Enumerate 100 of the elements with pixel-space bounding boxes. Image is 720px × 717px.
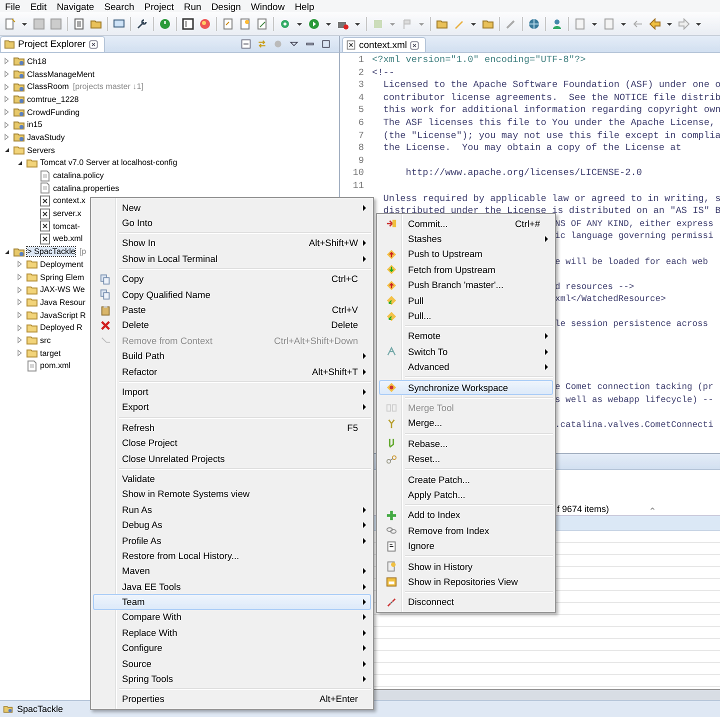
collapse-all-icon[interactable] xyxy=(241,39,251,49)
menu-item[interactable]: New xyxy=(93,200,371,216)
menu-item[interactable]: Restore from Local History... xyxy=(93,548,371,564)
menu-item[interactable]: Source xyxy=(93,656,371,672)
menu-bar-item[interactable]: Window xyxy=(246,4,290,12)
menu-item[interactable]: Show in Repositories View xyxy=(379,574,553,590)
tree-item[interactable]: Spring Elem xyxy=(40,272,84,282)
expanded-triangle-icon[interactable] xyxy=(3,248,11,256)
menu-bar-item[interactable]: Edit xyxy=(25,4,52,12)
left-arrow-icon[interactable] xyxy=(649,18,661,30)
menu-item[interactable]: Remove from Index xyxy=(379,523,553,538)
back-arrow-icon[interactable] xyxy=(632,18,644,30)
collapsed-triangle-icon[interactable] xyxy=(16,324,24,332)
menu-item[interactable]: Add to Index xyxy=(379,508,553,524)
menu-item[interactable]: Go Into xyxy=(93,215,371,231)
tree-item[interactable]: JAX-WS We xyxy=(40,285,85,294)
collapsed-triangle-icon[interactable] xyxy=(3,120,11,129)
menu-item[interactable]: Push to Upstream xyxy=(379,246,553,262)
menu-item[interactable]: Configure xyxy=(93,640,371,656)
tree-item[interactable]: Deployment xyxy=(40,260,84,269)
tree-item[interactable]: > SpacTackle xyxy=(27,247,76,256)
menu-bar-item[interactable]: Search xyxy=(99,4,140,12)
tree-item[interactable]: pom.xml xyxy=(40,361,71,370)
tree-item[interactable]: JavaScript R xyxy=(40,310,86,320)
menu-item[interactable]: Run As xyxy=(93,502,371,518)
new-file-icon[interactable] xyxy=(4,18,16,30)
menu-item[interactable]: Show in Remote Systems view xyxy=(93,486,371,502)
menu-item[interactable]: Synchronize Workspace xyxy=(379,380,553,396)
collapsed-triangle-icon[interactable] xyxy=(3,108,11,116)
collapsed-triangle-icon[interactable] xyxy=(3,133,11,142)
menu-item[interactable]: Merge... xyxy=(379,416,553,432)
tree-item[interactable]: Tomcat v7.0 Server at localhost-config xyxy=(40,158,178,168)
menu-item[interactable]: Copy Ctrl+C xyxy=(93,272,371,287)
tree-item[interactable]: JavaStudy xyxy=(27,132,65,142)
monitor-icon[interactable] xyxy=(113,18,125,30)
tree-item[interactable]: in15 xyxy=(27,120,42,130)
menu-item[interactable]: Delete Delete xyxy=(93,318,371,334)
menu-item[interactable]: Profile As xyxy=(93,532,371,548)
document-icon[interactable] xyxy=(73,18,85,30)
menu-item[interactable]: Refresh F5 xyxy=(93,420,371,436)
collapsed-triangle-icon[interactable] xyxy=(16,349,24,358)
menu-item[interactable]: Stashes xyxy=(379,231,553,247)
collapsed-triangle-icon[interactable] xyxy=(3,82,11,91)
tree-item[interactable]: ClassManageMent xyxy=(27,70,94,79)
collapsed-triangle-icon[interactable] xyxy=(16,311,24,320)
menu-item[interactable]: Maven xyxy=(93,564,371,579)
menu-bar-item[interactable]: File xyxy=(0,4,26,12)
folder-icon[interactable] xyxy=(482,18,494,30)
tree-item[interactable]: context.x xyxy=(53,196,86,206)
menu-item[interactable]: Validate xyxy=(93,471,371,487)
menu-item[interactable]: Export xyxy=(93,400,371,416)
collapsed-triangle-icon[interactable] xyxy=(3,70,11,78)
expanded-triangle-icon[interactable] xyxy=(3,146,11,154)
menu-item[interactable]: Refactor Alt+Shift+T xyxy=(93,364,371,380)
menu-bar-item[interactable]: Help xyxy=(290,4,320,12)
view-tab[interactable]: Project Explorer xyxy=(0,36,105,52)
link-arrows-icon[interactable] xyxy=(257,39,267,49)
tree-item[interactable]: Java Resour xyxy=(40,298,86,307)
tree-item[interactable]: Ch18 xyxy=(27,56,46,66)
menu-item[interactable]: Switch To xyxy=(379,344,553,360)
menu-item[interactable]: Advanced xyxy=(379,360,553,375)
menu-item[interactable]: Build Path xyxy=(93,348,371,364)
right-arrow-icon[interactable] xyxy=(678,18,690,30)
maximize-icon[interactable] xyxy=(321,39,331,49)
menu-item[interactable]: Close Unrelated Projects xyxy=(93,450,371,466)
folder-icon[interactable] xyxy=(436,18,448,30)
tree-item[interactable]: Servers xyxy=(27,146,55,155)
collapsed-triangle-icon[interactable] xyxy=(3,57,11,66)
tree-item[interactable]: CrowdFunding xyxy=(27,108,80,117)
menu-item[interactable]: Compare With xyxy=(93,610,371,626)
tree-item[interactable]: catalina.properties xyxy=(53,184,120,193)
menu-item[interactable]: Commit... Ctrl+# xyxy=(379,216,553,232)
menu-bar-item[interactable]: Project xyxy=(139,4,179,12)
menu-item[interactable]: Push Branch 'master'... xyxy=(379,278,553,293)
menu-item[interactable]: Import xyxy=(93,384,371,400)
menu-bar-item[interactable]: Design xyxy=(206,4,246,12)
menu-item[interactable]: Remote xyxy=(379,328,553,344)
menu-item[interactable]: Reset... xyxy=(379,451,553,467)
menu-item[interactable]: Create Patch... xyxy=(379,472,553,488)
menu-item[interactable]: Debug As xyxy=(93,517,371,533)
tree-item[interactable]: web.xml xyxy=(53,234,83,244)
menu-item[interactable]: Copy Qualified Name xyxy=(93,286,371,302)
collapsed-triangle-icon[interactable] xyxy=(16,298,24,306)
tree-item[interactable]: Deployed R xyxy=(40,323,82,332)
menu-item[interactable]: Rebase... xyxy=(379,436,553,452)
menu-item[interactable]: Ignore xyxy=(379,538,553,554)
folder-icon[interactable] xyxy=(90,18,102,30)
tree-item[interactable]: target xyxy=(40,348,61,358)
menu-item[interactable]: Disconnect xyxy=(379,594,553,610)
menu-item[interactable]: Show in Local Terminal xyxy=(93,251,371,267)
collapsed-triangle-icon[interactable] xyxy=(16,286,24,294)
menu-item[interactable]: Java EE Tools xyxy=(93,578,371,594)
tree-item[interactable]: tomcat- xyxy=(53,222,80,231)
collapsed-triangle-icon[interactable] xyxy=(16,273,24,282)
menu-item[interactable]: Pull... xyxy=(379,308,553,324)
pen-icon[interactable] xyxy=(505,18,517,30)
wrench-icon[interactable] xyxy=(136,18,148,30)
tree-item[interactable]: src xyxy=(40,336,51,345)
menu-item[interactable]: Fetch from Upstream xyxy=(379,262,553,278)
expanded-triangle-icon[interactable] xyxy=(16,158,24,167)
